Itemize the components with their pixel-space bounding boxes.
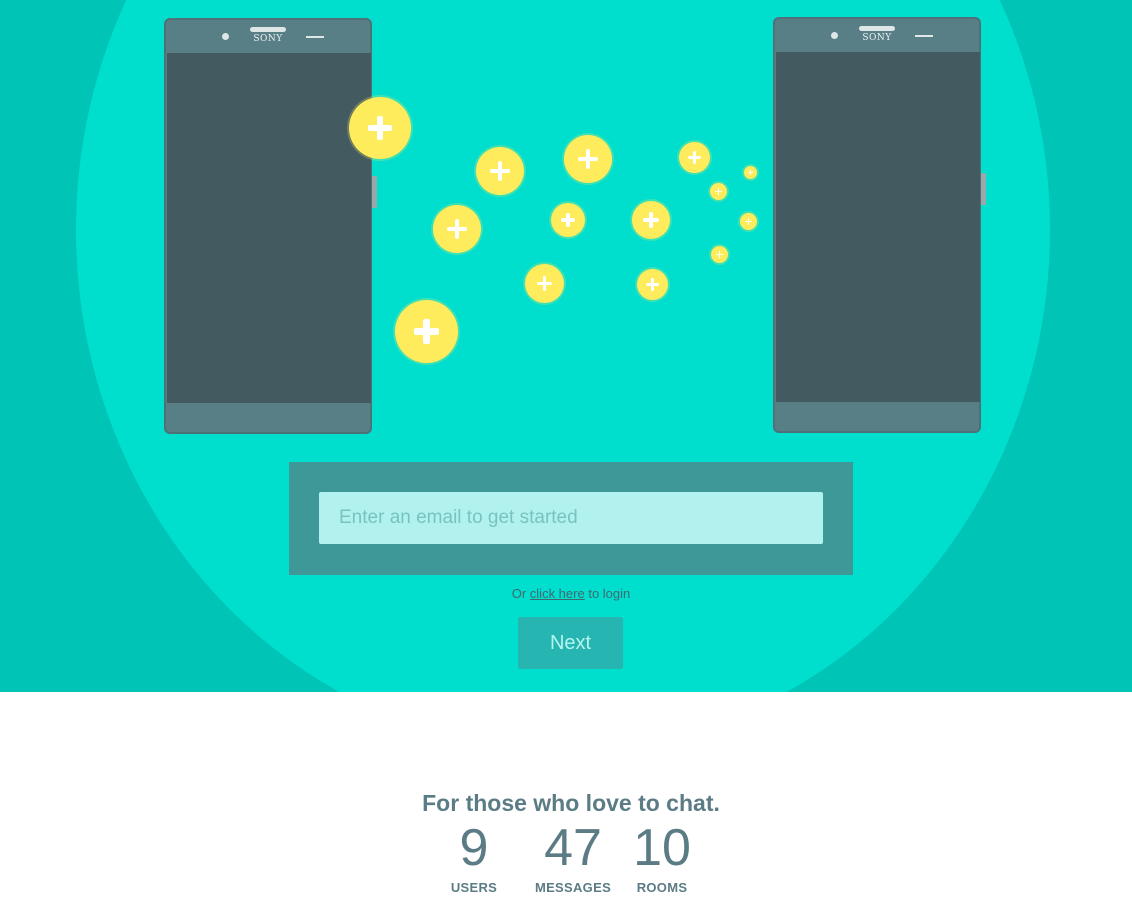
login-suffix: to login xyxy=(588,586,631,601)
stats-tagline: For those who love to chat. xyxy=(422,790,720,816)
stat-label: ROOMS xyxy=(636,880,688,895)
coin-plus-icon xyxy=(679,142,710,173)
stat-label: MESSAGES xyxy=(534,880,612,895)
coin-plus-icon xyxy=(740,213,757,230)
coin-plus-icon xyxy=(637,269,668,300)
stat-users: 9 USERS xyxy=(444,818,504,895)
coin-plus-icon xyxy=(395,300,458,363)
phone-brand: SONY xyxy=(862,33,892,43)
phone-side-button xyxy=(981,173,986,205)
right-phone-illustration: SONY xyxy=(773,17,986,433)
coin-plus-icon xyxy=(476,147,524,195)
phone-side-button xyxy=(372,176,377,208)
hero-section: SONY SONY Or click here to login Next xyxy=(0,0,1132,692)
coin-plus-icon xyxy=(349,97,411,159)
login-prompt: Or click here to login xyxy=(0,586,1132,601)
phone-screen xyxy=(167,53,371,403)
coin-plus-icon xyxy=(433,205,481,253)
phone-speaker xyxy=(859,26,895,31)
stat-messages: 47 MESSAGES xyxy=(533,818,613,895)
stat-label: USERS xyxy=(450,880,498,895)
coin-plus-icon xyxy=(711,246,728,263)
stat-value: 47 xyxy=(544,819,602,877)
coin-plus-icon xyxy=(564,135,612,183)
login-link[interactable]: click here xyxy=(530,586,585,601)
email-input[interactable] xyxy=(319,492,823,544)
stat-value: 9 xyxy=(459,819,489,877)
login-prefix: Or xyxy=(511,586,527,601)
coin-plus-icon xyxy=(525,264,564,303)
phone-screen xyxy=(776,52,980,402)
coin-plus-icon xyxy=(551,203,585,237)
phone-brand: SONY xyxy=(253,34,283,44)
phone-speaker xyxy=(250,27,286,32)
coin-plus-icon xyxy=(710,183,727,200)
next-button[interactable]: Next xyxy=(518,617,623,669)
coin-plus-icon xyxy=(744,166,757,179)
signup-form xyxy=(289,462,853,575)
left-phone-illustration: SONY xyxy=(164,18,377,434)
stat-rooms: 10 ROOMS xyxy=(626,818,698,895)
stat-value: 10 xyxy=(633,819,691,877)
coin-plus-icon xyxy=(632,201,670,239)
